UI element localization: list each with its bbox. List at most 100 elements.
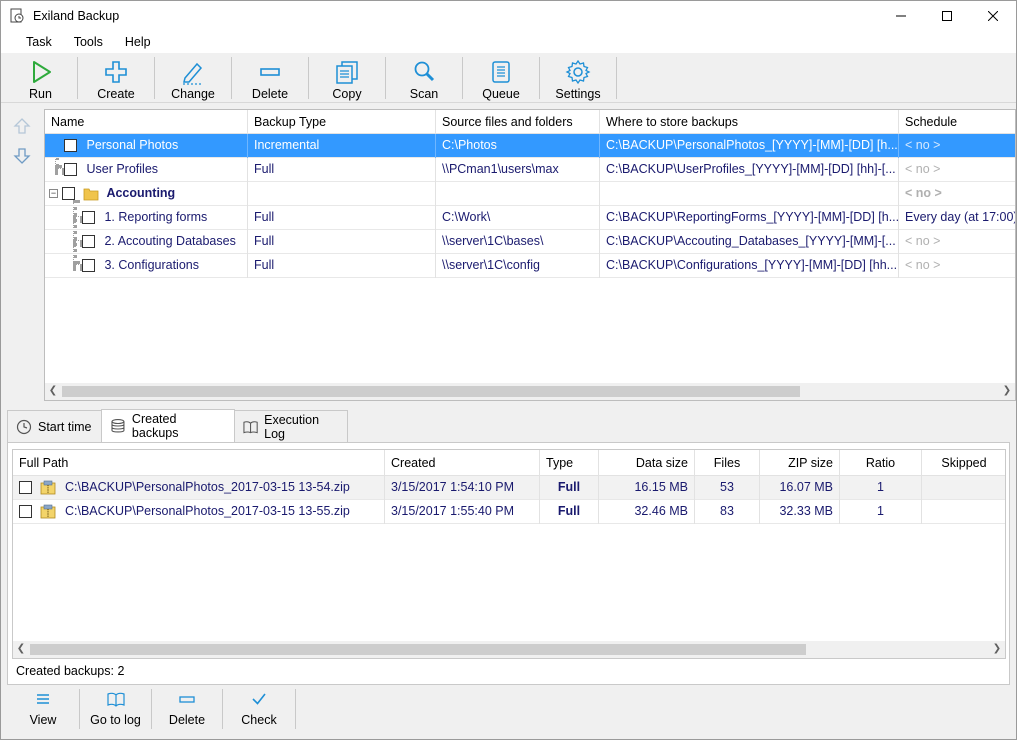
menu-tools[interactable]: Tools [63,35,114,49]
backup-files: 83 [695,500,760,524]
task-destination: C:\BACKUP\ReportingForms_[YYYY]-[MM]-[DD… [600,206,899,230]
menu-help-label: Help [124,35,151,49]
backup-data-size: 16.15 MB [599,476,695,500]
task-type: Full [248,254,436,278]
copy-label: Copy [332,87,362,101]
task-checkbox[interactable] [62,187,76,201]
scan-button[interactable]: Scan [386,53,462,101]
task-row-reporting-forms[interactable]: 1. Reporting forms Full C:\Work\ C:\BACK… [45,206,1015,230]
tab-execution-log[interactable]: Execution Log [234,410,348,442]
tasks-header: Name Backup Type Source files and folder… [45,110,1015,134]
task-name: 1. Reporting forms [104,210,208,224]
col-full-path[interactable]: Full Path [13,450,385,476]
tab-start-time[interactable]: Start time [7,410,102,442]
task-group-accounting[interactable]: − Accounting < no > [45,182,1015,206]
task-row-personal-photos[interactable]: Personal Photos Incremental C:\Photos C:… [45,134,1015,158]
scroll-left-icon[interactable]: ❮ [15,643,27,655]
col-source[interactable]: Source files and folders [436,110,600,134]
col-destination[interactable]: Where to store backups [600,110,899,134]
backup-skipped [922,500,1005,524]
task-name: 2. Accouting Databases [104,234,236,248]
task-destination [600,182,899,206]
col-skipped[interactable]: Skipped [922,450,1005,476]
backup-path: C:\BACKUP\PersonalPhotos_2017-03-15 13-5… [64,480,350,494]
backup-row[interactable]: C:\BACKUP\PersonalPhotos_2017-03-15 13-5… [13,476,1005,500]
backups-hscrollbar[interactable]: ❮ ❯ [13,641,1005,658]
task-type: Full [248,230,436,254]
backup-checkbox[interactable] [19,481,32,495]
list-icon [492,61,510,83]
task-source: \\server\1C\config [436,254,600,278]
col-schedule[interactable]: Schedule [899,110,1015,134]
maximize-button[interactable] [924,1,970,31]
delete-backup-button[interactable]: Delete [152,685,222,733]
book-icon [106,692,125,707]
delete-button[interactable]: Delete [232,53,308,101]
task-schedule: < no > [905,162,941,176]
col-zip-size[interactable]: ZIP size [760,450,840,476]
col-type[interactable]: Type [540,450,599,476]
backup-path: C:\BACKUP\PersonalPhotos_2017-03-15 13-5… [64,504,350,518]
col-backup-type[interactable]: Backup Type [248,110,436,134]
run-button[interactable]: Run [4,53,77,101]
check-button[interactable]: Check [223,685,295,733]
task-checkbox[interactable] [82,235,95,249]
scroll-left-icon[interactable]: ❮ [47,385,59,397]
menu-task-label: Task [26,35,52,49]
change-label: Change [171,87,215,101]
change-button[interactable]: Change [155,53,231,101]
minus-icon [179,696,195,703]
task-type: Incremental [248,134,436,158]
checkmark-icon [252,693,266,705]
task-row-configurations[interactable]: 3. Configurations Full \\server\1C\confi… [45,254,1015,278]
backup-row[interactable]: C:\BACKUP\PersonalPhotos_2017-03-15 13-5… [13,500,1005,524]
task-checkbox[interactable] [64,163,77,177]
task-checkbox[interactable] [82,211,95,225]
plus-icon [105,61,127,83]
app-logo-icon [10,8,24,23]
menu-help[interactable]: Help [114,35,162,49]
queue-label: Queue [482,87,520,101]
queue-button[interactable]: Queue [463,53,539,101]
move-up-icon[interactable] [13,117,31,135]
bottom-toolbar: View Go to log Delete Check [7,685,1010,737]
task-type: Full [248,206,436,230]
go-to-log-label: Go to log [90,713,141,727]
backups-grid: Full Path Created Type Data size Files Z… [12,449,1006,659]
backup-zip-size: 16.07 MB [760,476,840,500]
task-schedule: < no > [905,234,941,248]
move-down-icon[interactable] [13,147,31,165]
col-data-size[interactable]: Data size [599,450,695,476]
close-icon [988,11,998,21]
backup-type: Full [540,500,599,524]
task-checkbox[interactable] [64,139,77,153]
collapse-toggle[interactable]: − [49,189,58,199]
scroll-right-icon[interactable]: ❯ [991,643,1003,655]
task-destination: C:\BACKUP\UserProfiles_[YYYY]-[MM]-[DD] … [600,158,899,182]
task-destination: C:\BACKUP\Configurations_[YYYY]-[MM]-[DD… [600,254,899,278]
tasks-hscrollbar[interactable]: ❮ ❯ [45,383,1015,400]
created-backups-panel: Full Path Created Type Data size Files Z… [7,442,1010,685]
task-row-accouting-databases[interactable]: 2. Accouting Databases Full \\server\1C\… [45,230,1015,254]
task-checkbox[interactable] [82,259,95,273]
close-button[interactable] [970,1,1016,31]
create-button[interactable]: Create [78,53,154,101]
scrollbar-thumb[interactable] [62,386,800,397]
delete-backup-label: Delete [168,713,206,727]
tab-created-backups[interactable]: Created backups [101,409,235,442]
go-to-log-button[interactable]: Go to log [80,685,151,733]
copy-button[interactable]: Copy [309,53,385,101]
col-created[interactable]: Created [385,450,540,476]
task-row-user-profiles[interactable]: User Profiles Full \\PCman1\users\max C:… [45,158,1015,182]
menu-task[interactable]: Task [15,35,63,49]
col-files[interactable]: Files [695,450,760,476]
settings-button[interactable]: Settings [540,53,616,101]
col-name[interactable]: Name [45,110,248,134]
scrollbar-thumb[interactable] [30,644,806,655]
scroll-right-icon[interactable]: ❯ [1001,385,1013,397]
status-text: Created backups: 2 [16,664,125,678]
col-ratio[interactable]: Ratio [840,450,922,476]
backup-checkbox[interactable] [19,505,32,519]
view-button[interactable]: View [7,685,79,733]
minimize-button[interactable] [878,1,924,31]
